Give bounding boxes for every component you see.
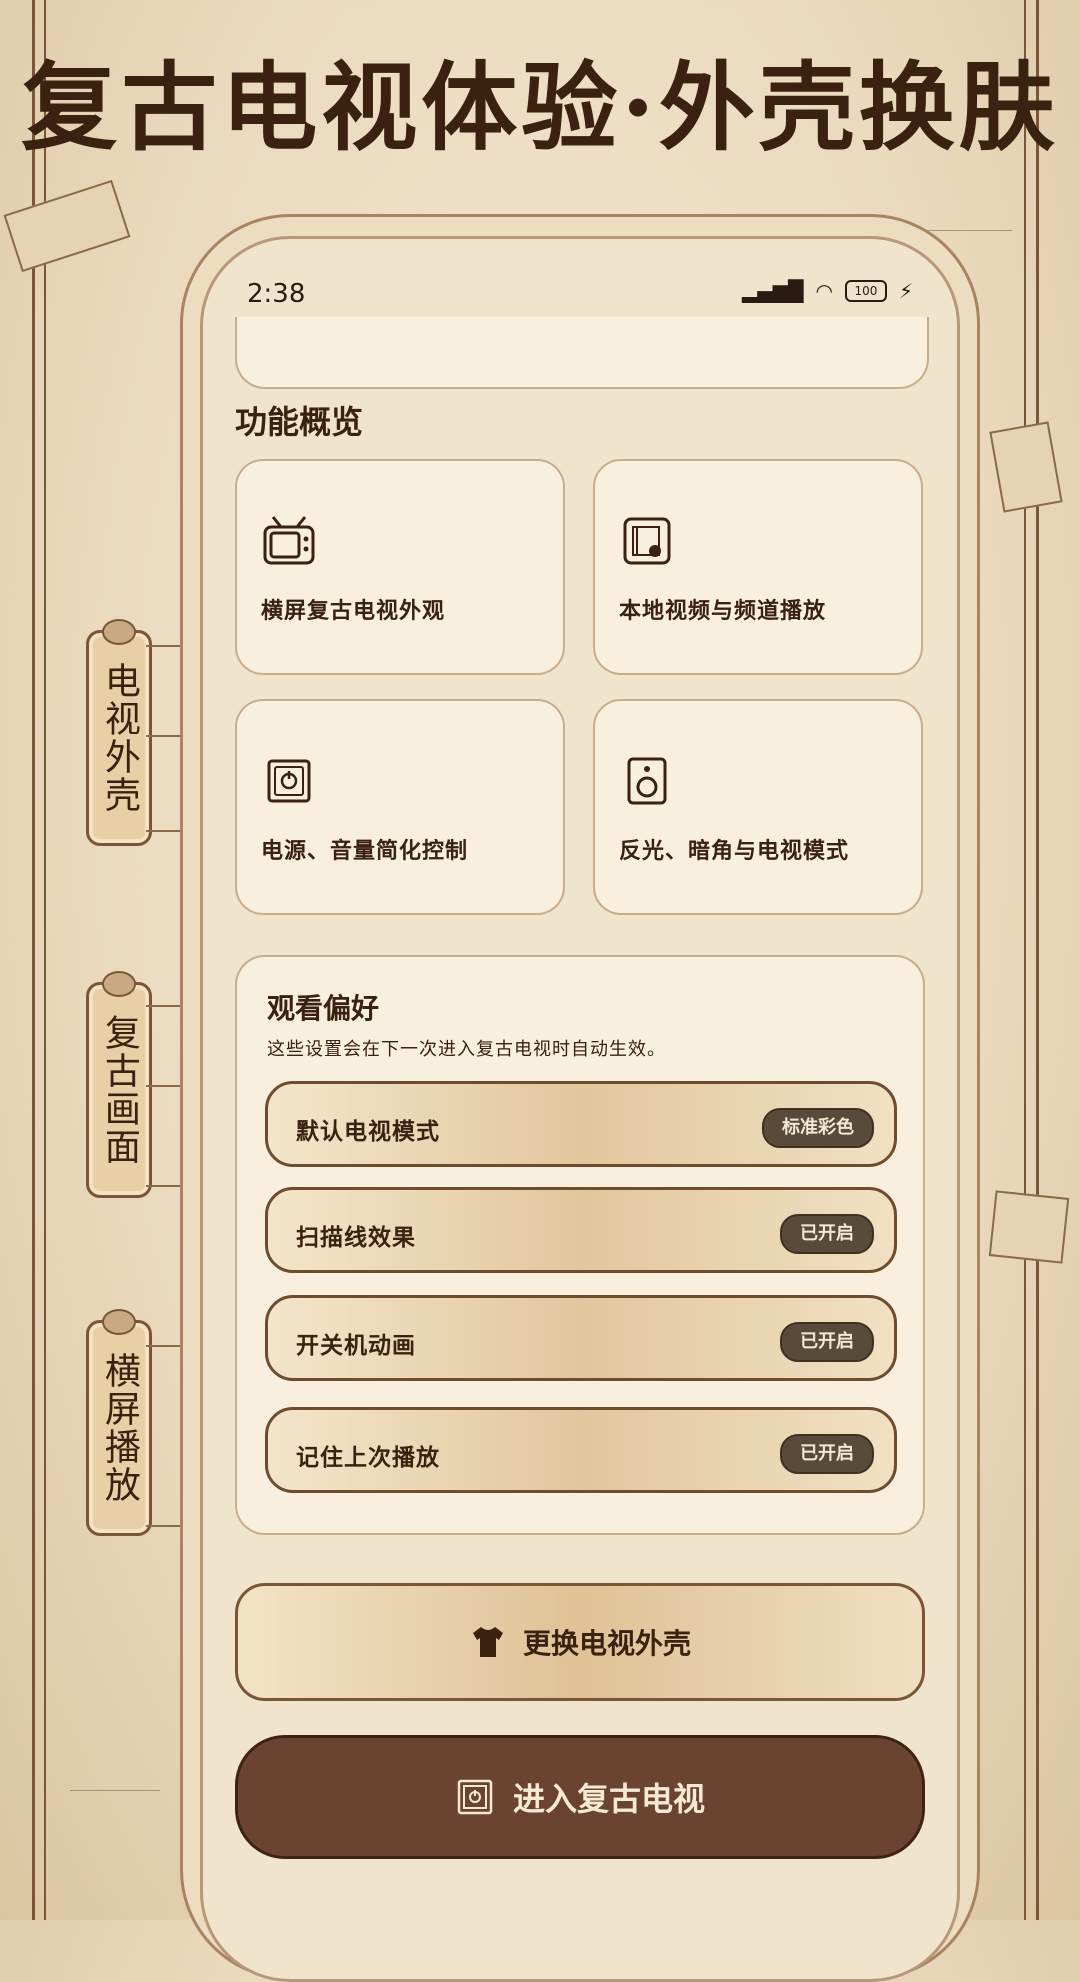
overview-title: 功能概览 xyxy=(235,403,364,441)
frame-line-right xyxy=(1036,0,1039,1920)
side-tab-landscape[interactable]: 横屏播放 xyxy=(86,1309,152,1536)
frame-line-left xyxy=(32,0,35,1920)
tab-connector xyxy=(146,1005,180,1007)
phone-screen: 2:38 ▂▄▆█ ◠ 100 ⚡ 功能概览 横屏复古电视外观 本地视频与频道播… xyxy=(200,236,960,1982)
pin-icon xyxy=(102,619,136,645)
tab-connector xyxy=(146,645,180,647)
pref-row-power-animation[interactable]: 开关机动画 已开启 xyxy=(265,1295,897,1381)
shirt-icon xyxy=(472,1627,503,1657)
battery-icon: 100 xyxy=(844,280,887,302)
pref-name: 默认电视模式 xyxy=(296,1118,440,1145)
preferences-panel: 观看偏好 这些设置会在下一次进入复古电视时自动生效。 默认电视模式 标准彩色 扫… xyxy=(235,955,925,1535)
side-tab-label: 复古画面 xyxy=(98,1014,140,1166)
pref-name: 扫描线效果 xyxy=(296,1224,416,1251)
power-control-icon xyxy=(457,1779,493,1815)
preferences-title: 观看偏好 xyxy=(267,992,380,1025)
charging-icon: ⚡ xyxy=(898,279,913,303)
tab-connector xyxy=(146,1525,180,1527)
power-control-icon xyxy=(267,759,311,803)
feature-label: 反光、暗角与电视模式 xyxy=(619,838,850,864)
frame-line-right-inner xyxy=(1024,0,1026,1920)
tv-sticker xyxy=(988,1190,1070,1264)
ticket-sticker xyxy=(3,179,131,273)
enter-tv-button[interactable]: 进入复古电视 xyxy=(235,1735,925,1859)
pref-row-scanlines[interactable]: 扫描线效果 已开启 xyxy=(265,1187,897,1273)
side-tab-label: 横屏播放 xyxy=(98,1352,140,1504)
photo-sticker xyxy=(989,421,1063,513)
tab-connector xyxy=(146,1345,180,1347)
speaker-icon xyxy=(627,757,667,805)
pref-name: 记住上次播放 xyxy=(296,1444,440,1471)
pin-icon xyxy=(102,1309,136,1335)
tv-icon xyxy=(263,516,315,565)
scribble-bottom-left xyxy=(70,1700,160,1791)
pref-value-badge: 已开启 xyxy=(780,1214,874,1254)
feature-card-tv-mode[interactable]: 反光、暗角与电视模式 xyxy=(593,699,923,915)
enter-tv-label: 进入复古电视 xyxy=(512,1780,705,1818)
pref-row-remember-playback[interactable]: 记住上次播放 已开启 xyxy=(265,1407,897,1493)
change-skin-button[interactable]: 更换电视外壳 xyxy=(235,1583,925,1701)
tab-connector xyxy=(146,830,180,832)
tab-connector xyxy=(146,1185,180,1187)
page-title: 复古电视体验·外壳换肤 xyxy=(21,51,1059,164)
feature-card-tv-look[interactable]: 横屏复古电视外观 xyxy=(235,459,565,675)
clock: 2:38 xyxy=(247,279,306,309)
tab-connector xyxy=(146,735,180,737)
wifi-icon: ◠ xyxy=(815,279,833,303)
scribble-top-right xyxy=(912,160,1012,231)
pref-value-badge: 已开启 xyxy=(780,1322,874,1362)
pref-row-default-mode[interactable]: 默认电视模式 标准彩色 xyxy=(265,1081,897,1167)
video-file-icon xyxy=(623,517,671,565)
side-tab-shell[interactable]: 电视外壳 xyxy=(86,619,152,846)
feature-label: 横屏复古电视外观 xyxy=(261,598,446,624)
feature-card-local-video[interactable]: 本地视频与频道播放 xyxy=(593,459,923,675)
signal-icon: ▂▄▆█ xyxy=(741,279,804,303)
pref-value-badge: 标准彩色 xyxy=(762,1108,874,1148)
side-tab-label: 电视外壳 xyxy=(98,662,140,814)
change-skin-label: 更换电视外壳 xyxy=(522,1627,691,1660)
tab-connector xyxy=(146,1085,180,1087)
side-tab-picture[interactable]: 复古画面 xyxy=(86,971,152,1198)
status-icons: ▂▄▆█ ◠ 100 ⚡ xyxy=(742,279,913,303)
feature-label: 电源、音量简化控制 xyxy=(261,838,469,864)
top-card xyxy=(235,317,929,389)
feature-card-controls[interactable]: 电源、音量简化控制 xyxy=(235,699,565,915)
pref-value-badge: 已开启 xyxy=(780,1434,874,1474)
pin-icon xyxy=(102,971,136,997)
status-bar: 2:38 ▂▄▆█ ◠ 100 ⚡ xyxy=(203,239,957,323)
feature-label: 本地视频与频道播放 xyxy=(619,598,827,624)
preferences-subtitle: 这些设置会在下一次进入复古电视时自动生效。 xyxy=(267,1039,666,1060)
pref-name: 开关机动画 xyxy=(296,1332,416,1359)
frame-line-left-inner xyxy=(44,0,46,1920)
